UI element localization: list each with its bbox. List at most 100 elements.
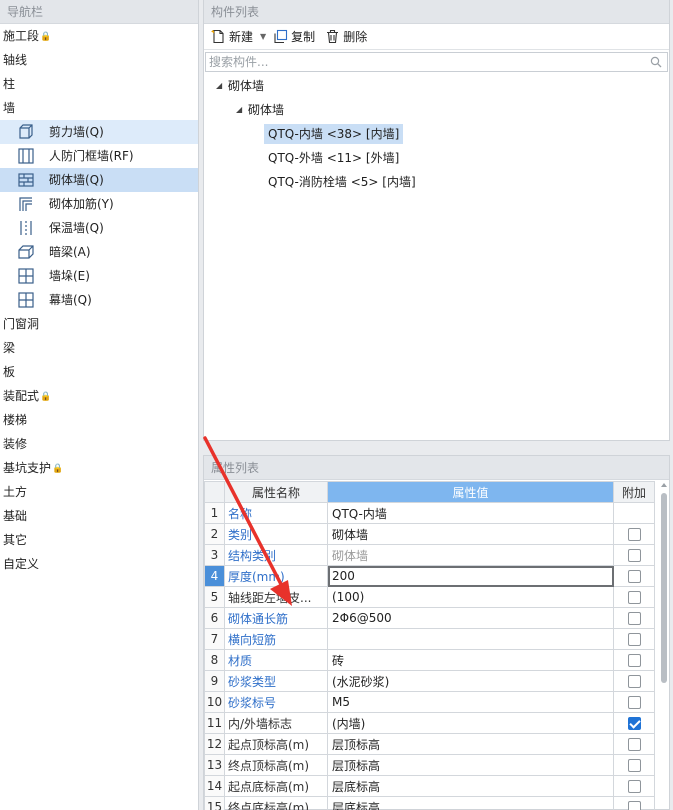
property-name: 名称 xyxy=(224,502,328,524)
checkbox[interactable] xyxy=(627,654,641,667)
property-row[interactable]: 10 砂浆标号 M5 xyxy=(204,691,655,713)
nav-item-masonry-rebar[interactable]: 砌体加筋(Y) xyxy=(0,192,198,216)
expand-arrow-icon[interactable]: ◢ xyxy=(216,74,222,98)
property-row[interactable]: 11 内/外墙标志 (内墙) xyxy=(204,712,655,734)
property-value-cell[interactable]: 200 xyxy=(327,565,614,587)
checkbox-checked[interactable] xyxy=(627,717,641,730)
checkbox[interactable] xyxy=(627,528,641,541)
property-row[interactable]: 1 名称 QTQ-内墙 xyxy=(204,502,655,524)
copy-button[interactable]: 复制 xyxy=(270,26,318,48)
property-row[interactable]: 9 砂浆类型 (水泥砂浆) xyxy=(204,670,655,692)
property-value-cell[interactable]: 2Φ6@500 xyxy=(327,607,614,629)
property-value-cell[interactable]: 砖 xyxy=(327,649,614,671)
nav-item-prefabricated[interactable]: 装配式🔒 xyxy=(0,384,198,408)
row-number: 2 xyxy=(204,523,225,545)
tree-leaf-qtq-fire-hydrant-wall[interactable]: QTQ-消防栓墙 <5> [内墙] xyxy=(264,172,420,192)
nav-item-slab[interactable]: 板 xyxy=(0,360,198,384)
checkbox[interactable] xyxy=(627,801,641,810)
property-value-cell[interactable]: 砌体墙 xyxy=(327,523,614,545)
nav-item-masonry-wall[interactable]: 砌体墙(Q) xyxy=(0,168,198,192)
nav-item-wall[interactable]: 墙 xyxy=(0,96,198,120)
checkbox[interactable] xyxy=(627,675,641,688)
scroll-up-arrow-icon[interactable] xyxy=(661,483,667,487)
nav-item-insulation-wall[interactable]: 保温墙(Q) xyxy=(0,216,198,240)
property-extra-header[interactable]: 附加 xyxy=(613,481,655,503)
search-icon[interactable] xyxy=(650,56,662,68)
row-number: 3 xyxy=(204,544,225,566)
nav-item-axis[interactable]: 轴线 xyxy=(0,48,198,72)
delete-button[interactable]: 删除 xyxy=(322,26,370,48)
nav-item-decoration[interactable]: 装修 xyxy=(0,432,198,456)
tree-node-masonry-wall-root[interactable]: ◢ 砌体墙 xyxy=(204,74,669,98)
nav-item-curtain-wall[interactable]: 幕墙(Q) xyxy=(0,288,198,312)
wall-pier-icon xyxy=(18,268,34,284)
nav-item-foundation[interactable]: 基础 xyxy=(0,504,198,528)
checkbox[interactable] xyxy=(627,633,641,646)
checkbox[interactable] xyxy=(627,591,641,604)
checkbox[interactable] xyxy=(627,780,641,793)
tree-leaf-qtq-interior-wall[interactable]: QTQ-内墙 <38> [内墙] xyxy=(264,124,404,144)
property-value-header[interactable]: 属性值 xyxy=(327,481,614,503)
checkbox[interactable] xyxy=(627,612,641,625)
property-extra-cell xyxy=(613,733,655,755)
checkbox[interactable] xyxy=(627,738,641,751)
property-row[interactable]: 12 起点顶标高(m) 层顶标高 xyxy=(204,733,655,755)
property-value-cell[interactable]: M5 xyxy=(327,691,614,713)
nav-item-other[interactable]: 其它 xyxy=(0,528,198,552)
property-value-cell[interactable]: 层底标高 xyxy=(327,796,614,810)
property-scrollbar[interactable] xyxy=(660,483,668,809)
checkbox[interactable] xyxy=(627,759,641,772)
new-button[interactable]: 新建 xyxy=(208,26,256,48)
nav-item-wall-pier[interactable]: 墙垛(E) xyxy=(0,264,198,288)
navigation-panel: 导航栏 施工段🔒 轴线 柱 墙 剪力墙(Q) 人防门框墙(RF) 砌体墙(Q) … xyxy=(0,0,199,810)
property-value-cell[interactable]: (水泥砂浆) xyxy=(327,670,614,692)
property-row[interactable]: 14 起点底标高(m) 层底标高 xyxy=(204,775,655,797)
property-row[interactable]: 4 厚度(mm) 200 xyxy=(204,565,655,587)
property-value-cell[interactable] xyxy=(327,628,614,650)
row-number: 12 xyxy=(204,733,225,755)
checkbox[interactable] xyxy=(627,549,641,562)
new-dropdown-caret-icon[interactable]: ▼ xyxy=(260,32,266,41)
tree-node-masonry-wall-group[interactable]: ◢ 砌体墙 xyxy=(204,98,669,122)
property-row[interactable]: 15 终点底标高(m) 层底标高 xyxy=(204,796,655,810)
property-rows: 1 名称 QTQ-内墙 2 类别 砌体墙 3 结构类别 砌体墙 4 厚度(mm) 200 5 轴线距左墙皮… xyxy=(204,502,655,810)
property-row[interactable]: 8 材质砖 xyxy=(204,649,655,671)
nav-item-civil-defense-door-frame-wall[interactable]: 人防门框墙(RF) xyxy=(0,144,198,168)
nav-item-pit-support[interactable]: 基坑支护🔒 xyxy=(0,456,198,480)
lock-icon: 🔒 xyxy=(40,32,52,42)
property-value-cell[interactable]: (内墙) xyxy=(327,712,614,734)
property-row[interactable]: 6 砌体通长筋 2Φ6@500 xyxy=(204,607,655,629)
property-value-cell[interactable]: 层底标高 xyxy=(327,775,614,797)
nav-item-stairs[interactable]: 楼梯 xyxy=(0,408,198,432)
property-value-cell[interactable]: 砌体墙 xyxy=(327,544,614,566)
property-panel-title: 属性列表 xyxy=(204,456,669,480)
nav-item-construction-section[interactable]: 施工段🔒 xyxy=(0,24,198,48)
property-row[interactable]: 3 结构类别 砌体墙 xyxy=(204,544,655,566)
property-value-cell[interactable]: QTQ-内墙 xyxy=(327,502,614,524)
panel-splitter[interactable] xyxy=(203,441,670,455)
property-value-cell[interactable]: 层顶标高 xyxy=(327,754,614,776)
nav-item-earthwork[interactable]: 土方 xyxy=(0,480,198,504)
property-name-header[interactable]: 属性名称 xyxy=(224,481,328,503)
property-name: 砂浆标号 xyxy=(224,691,328,713)
property-value-cell[interactable]: (100) xyxy=(327,586,614,608)
row-number: 7 xyxy=(204,628,225,650)
property-value-cell[interactable]: 层顶标高 xyxy=(327,733,614,755)
expand-arrow-icon[interactable]: ◢ xyxy=(236,98,242,122)
component-search-input[interactable] xyxy=(206,53,667,71)
property-row[interactable]: 7 横向短筋 xyxy=(204,628,655,650)
property-row[interactable]: 2 类别 砌体墙 xyxy=(204,523,655,545)
checkbox[interactable] xyxy=(627,570,641,583)
nav-item-column[interactable]: 柱 xyxy=(0,72,198,96)
property-row[interactable]: 13 终点顶标高(m) 层顶标高 xyxy=(204,754,655,776)
row-number: 10 xyxy=(204,691,225,713)
nav-item-custom[interactable]: 自定义 xyxy=(0,552,198,576)
nav-item-beam[interactable]: 梁 xyxy=(0,336,198,360)
checkbox[interactable] xyxy=(627,696,641,709)
nav-item-shear-wall[interactable]: 剪力墙(Q) xyxy=(0,120,198,144)
nav-item-hidden-beam[interactable]: 暗梁(A) xyxy=(0,240,198,264)
property-row[interactable]: 5 轴线距左墙皮... (100) xyxy=(204,586,655,608)
scrollbar-thumb[interactable] xyxy=(661,493,667,683)
tree-leaf-qtq-exterior-wall[interactable]: QTQ-外墙 <11> [外墙] xyxy=(264,148,403,168)
nav-item-door-window-opening[interactable]: 门窗洞 xyxy=(0,312,198,336)
